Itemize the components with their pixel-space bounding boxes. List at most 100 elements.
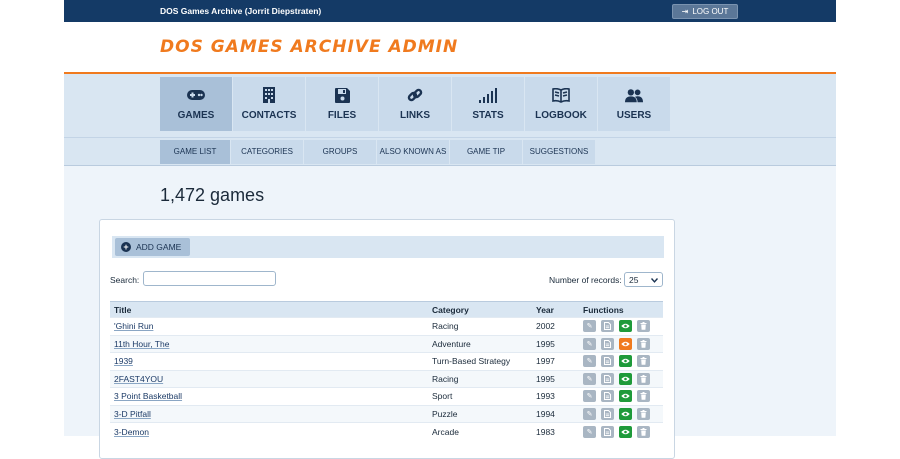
- document-icon[interactable]: [601, 337, 614, 350]
- games-table: Title Category Year Functions 'Ghini Run…: [110, 301, 663, 440]
- year-cell: 1983: [532, 422, 579, 440]
- eye-icon[interactable]: [619, 372, 632, 385]
- nav-item-contacts[interactable]: CONTACTS: [233, 77, 305, 131]
- document-icon[interactable]: [601, 407, 614, 420]
- gamepad-icon: [187, 87, 205, 103]
- nav-label: FILES: [327, 110, 357, 121]
- records-select[interactable]: 25: [624, 272, 663, 287]
- nav-label: LINKS: [400, 110, 430, 121]
- game-title-link[interactable]: 3-D Pitfall: [114, 409, 151, 419]
- functions-cell: ✎: [579, 352, 663, 370]
- year-cell: 1997: [532, 352, 579, 370]
- edit-pencil-icon[interactable]: ✎: [583, 320, 596, 333]
- brand-bar: DOS GAMES ARCHIVE ADMIN: [64, 22, 836, 74]
- game-count-heading: 1,472 games: [160, 185, 265, 205]
- game-title-cell: 3-Demon: [110, 422, 428, 440]
- document-icon[interactable]: [601, 320, 614, 333]
- functions-cell: ✎: [579, 317, 663, 335]
- nav-label: GAMES: [177, 110, 215, 121]
- table-row: 11th Hour, The Adventure 1995 ✎: [110, 334, 663, 353]
- eye-icon[interactable]: [619, 355, 632, 368]
- column-header-year[interactable]: Year: [532, 301, 579, 318]
- trash-icon[interactable]: [637, 390, 650, 403]
- floppy-disk-icon: [333, 87, 351, 103]
- logout-button[interactable]: ⇥ LOG OUT: [672, 3, 738, 19]
- edit-pencil-icon[interactable]: ✎: [583, 372, 596, 385]
- trash-icon[interactable]: [637, 372, 650, 385]
- add-game-label: ADD GAME: [136, 242, 182, 252]
- eye-icon[interactable]: [619, 320, 632, 333]
- game-title-cell: 3 Point Basketball: [110, 387, 428, 405]
- table-row: 3 Point Basketball Sport 1993 ✎: [110, 387, 663, 405]
- year-cell: 1995: [532, 369, 579, 388]
- eye-icon[interactable]: [619, 407, 632, 420]
- edit-pencil-icon[interactable]: ✎: [583, 337, 596, 350]
- top-bar: DOS Games Archive (Jorrit Diepstraten) ⇥…: [64, 0, 836, 22]
- year-cell: 1994: [532, 404, 579, 423]
- column-header-title[interactable]: Title: [110, 301, 428, 318]
- year-cell: 1993: [532, 387, 579, 405]
- category-cell: Racing: [428, 317, 532, 335]
- game-title-link[interactable]: 11th Hour, The: [114, 339, 169, 349]
- signal-bars-icon: [479, 87, 497, 103]
- game-title-link[interactable]: 3-Demon: [114, 427, 149, 437]
- link-icon: [406, 87, 424, 103]
- records-label: Number of records:: [549, 275, 622, 285]
- book-icon: [552, 87, 570, 103]
- subnav-item-groups[interactable]: GROUPS: [304, 139, 376, 164]
- search-input[interactable]: [143, 271, 276, 286]
- trash-icon[interactable]: [637, 407, 650, 420]
- edit-pencil-icon[interactable]: ✎: [583, 355, 596, 368]
- column-header-category[interactable]: Category: [428, 301, 532, 318]
- nav-label: LOGBOOK: [535, 110, 587, 121]
- nav-label: STATS: [472, 110, 504, 121]
- trash-icon[interactable]: [637, 337, 650, 350]
- edit-pencil-icon[interactable]: ✎: [583, 390, 596, 403]
- table-row: 'Ghini Run Racing 2002 ✎: [110, 317, 663, 335]
- main-content: 1,472 games: [64, 166, 836, 207]
- subnav-item-also-known-as[interactable]: ALSO KNOWN AS: [377, 139, 449, 164]
- main-nav: GAMES CONTACTS FILES LINKS STATS LOGBOOK…: [64, 74, 836, 138]
- action-bar: + ADD GAME: [112, 236, 664, 258]
- game-title-link[interactable]: 'Ghini Run: [114, 321, 153, 331]
- search-label: Search:: [110, 275, 140, 285]
- eye-icon[interactable]: [619, 390, 632, 403]
- logout-icon: ⇥: [681, 6, 689, 16]
- nav-item-users[interactable]: USERS: [598, 77, 670, 131]
- building-icon: [260, 87, 278, 103]
- subnav-item-game-tip[interactable]: GAME TIP: [450, 139, 522, 164]
- table-header-row: Title Category Year Functions: [110, 301, 663, 318]
- edit-pencil-icon[interactable]: ✎: [583, 407, 596, 420]
- brand-title[interactable]: DOS GAMES ARCHIVE ADMIN: [160, 37, 458, 57]
- nav-item-links[interactable]: LINKS: [379, 77, 451, 131]
- subnav-item-categories[interactable]: CATEGORIES: [231, 139, 303, 164]
- document-icon[interactable]: [601, 390, 614, 403]
- subnav-item-suggestions[interactable]: SUGGESTIONS: [523, 139, 595, 164]
- document-icon[interactable]: [601, 355, 614, 368]
- nav-item-games[interactable]: GAMES: [160, 77, 232, 131]
- nav-item-logbook[interactable]: LOGBOOK: [525, 77, 597, 131]
- year-cell: 2002: [532, 317, 579, 335]
- plus-circle-icon: +: [121, 242, 131, 252]
- functions-cell: ✎: [579, 369, 663, 388]
- subnav-item-game-list[interactable]: GAME LIST: [160, 139, 230, 164]
- game-title-link[interactable]: 1939: [114, 356, 133, 366]
- category-cell: Turn-Based Strategy: [428, 352, 532, 370]
- add-game-button[interactable]: + ADD GAME: [115, 238, 190, 256]
- eye-icon[interactable]: [619, 337, 632, 350]
- nav-item-stats[interactable]: STATS: [452, 77, 524, 131]
- column-header-functions: Functions: [579, 301, 663, 318]
- nav-item-files[interactable]: FILES: [306, 77, 378, 131]
- game-title-cell: 2FAST4YOU: [110, 369, 428, 388]
- trash-icon[interactable]: [637, 320, 650, 333]
- document-icon[interactable]: [601, 372, 614, 385]
- sub-nav: GAME LIST CATEGORIES GROUPS ALSO KNOWN A…: [64, 138, 836, 166]
- game-title-link[interactable]: 2FAST4YOU: [114, 374, 163, 384]
- game-title-cell: 'Ghini Run: [110, 317, 428, 335]
- functions-cell: ✎: [579, 404, 663, 423]
- trash-icon[interactable]: [637, 355, 650, 368]
- game-title-link[interactable]: 3 Point Basketball: [114, 391, 182, 401]
- nav-label: CONTACTS: [241, 110, 297, 121]
- game-title-cell: 3-D Pitfall: [110, 404, 428, 423]
- records-value: 25: [629, 274, 639, 285]
